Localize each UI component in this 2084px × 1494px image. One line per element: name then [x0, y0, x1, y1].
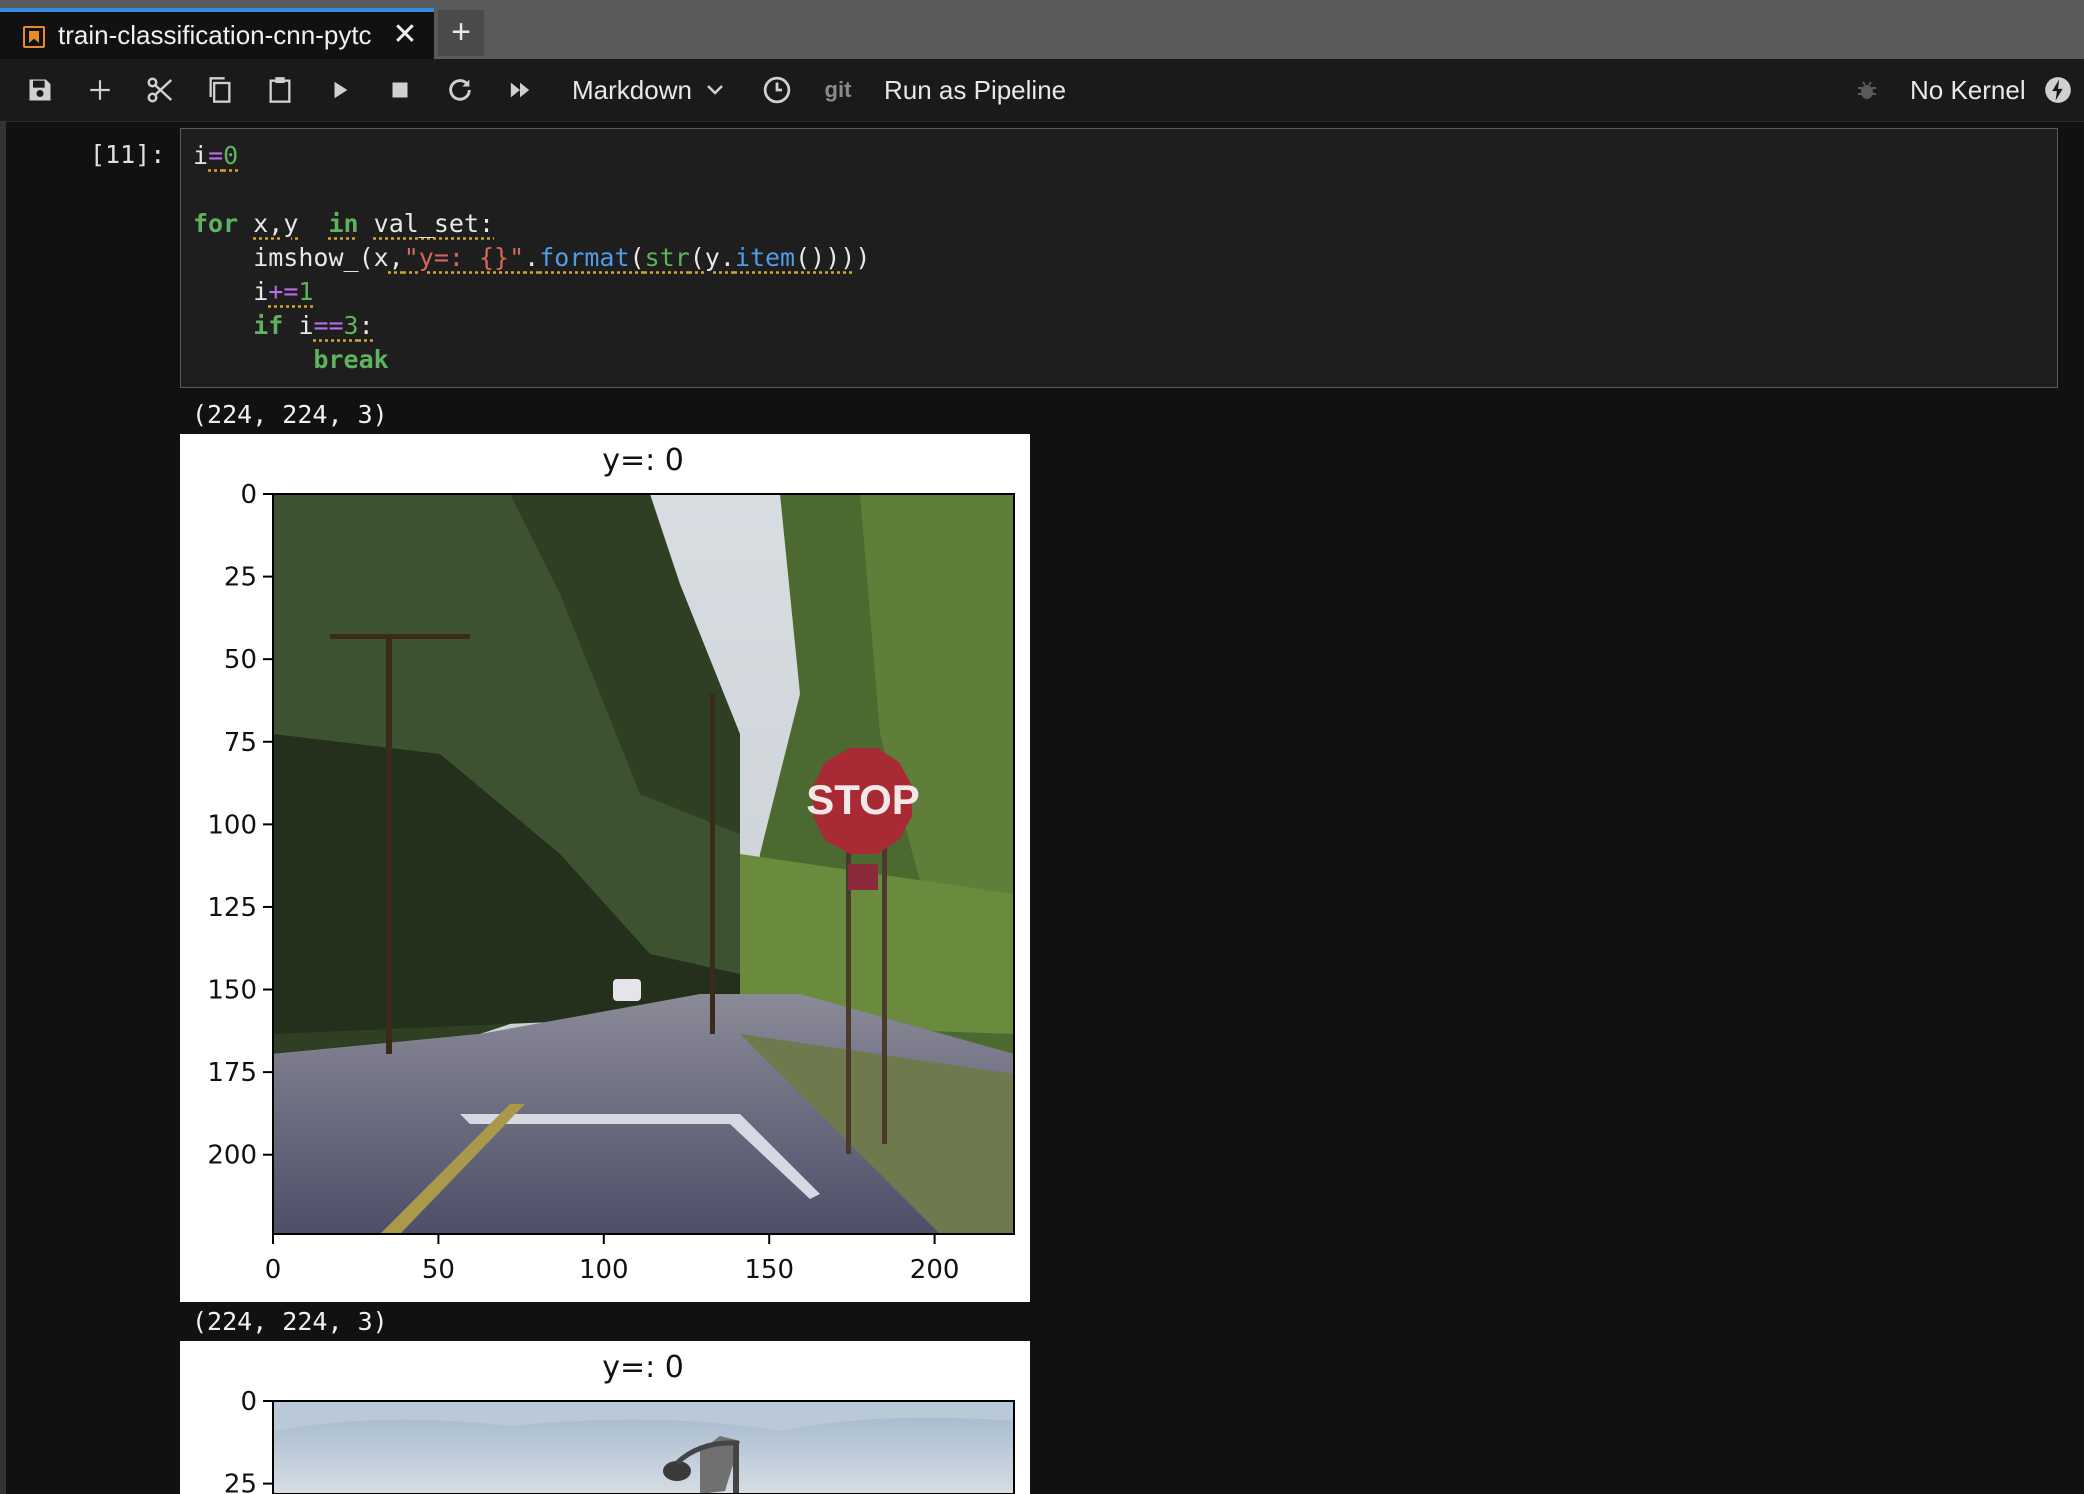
- kernel-status-icon: [2042, 73, 2074, 107]
- execution-count: [11]:: [90, 140, 166, 169]
- paste-icon[interactable]: [262, 73, 298, 107]
- stop-sign-text: STOP: [806, 776, 920, 823]
- tab-bar: train-classification-cnn-pytc ✕ +: [0, 0, 2084, 59]
- x-tick-label: 200: [910, 1255, 960, 1285]
- chevron-down-icon: [707, 85, 723, 95]
- y-tick-label: 125: [207, 893, 257, 923]
- x-tick-label: 100: [579, 1255, 629, 1285]
- run-icon[interactable]: [322, 73, 358, 107]
- y-tick-label: 0: [240, 1387, 257, 1417]
- image-plot: STOP y=: 0 0 25 50 75 100 125 150 175 200 0 50 100…: [207, 443, 1015, 1285]
- output-shape-text: (224, 224, 3): [192, 400, 388, 429]
- plot-title: y=: 0: [602, 443, 684, 478]
- debug-icon[interactable]: [1852, 73, 1882, 107]
- x-tick-label: 150: [744, 1255, 794, 1285]
- y-tick-label: 50: [224, 645, 257, 675]
- code-line: i+=1: [193, 277, 314, 306]
- y-tick-label: 25: [224, 563, 257, 593]
- photo-content: [273, 1401, 1014, 1494]
- kernel-name[interactable]: No Kernel: [1910, 73, 2030, 107]
- code-line: imshow_(x,"y=: {}".format(str(y.item()))…: [193, 243, 871, 272]
- y-tick-label: 200: [207, 1141, 257, 1171]
- git-label: git: [824, 77, 852, 102]
- clock-icon[interactable]: [760, 73, 794, 107]
- run-as-pipeline-label: Run as Pipeline: [884, 74, 1067, 105]
- photo-content: STOP: [273, 494, 1014, 1234]
- cell-type-dropdown[interactable]: Markdown: [572, 73, 732, 107]
- code-line: break: [313, 345, 389, 374]
- cut-icon[interactable]: [142, 73, 178, 107]
- code-line: i=0: [193, 141, 239, 170]
- add-cell-icon[interactable]: [82, 73, 118, 107]
- stop-icon[interactable]: [382, 73, 418, 107]
- output-figure: STOP y=: 0 0 25 50 75 100 125 150 175 200 0 50 100…: [180, 434, 1030, 1302]
- image-plot: y=: 0 0 25: [224, 1350, 1015, 1494]
- y-tick-label: 75: [224, 728, 257, 758]
- code-cell-editor[interactable]: i=0 for x,y in val_set: imshow_(x,"y=: {…: [180, 128, 2058, 388]
- y-tick-label: 25: [224, 1470, 257, 1494]
- copy-icon[interactable]: [202, 73, 238, 107]
- output-figure: y=: 0 0 25: [180, 1341, 1030, 1494]
- restart-icon[interactable]: [442, 73, 478, 107]
- x-tick-label: 0: [265, 1255, 282, 1285]
- x-tick-label: 50: [422, 1255, 455, 1285]
- git-button[interactable]: git: [818, 73, 858, 107]
- code-block[interactable]: i=0 for x,y in val_set: imshow_(x,"y=: {…: [193, 139, 870, 377]
- active-cell-gutter: [0, 121, 6, 1494]
- notebook-icon: [23, 26, 45, 48]
- y-tick-label: 0: [240, 480, 257, 510]
- code-line: for x,y in val_set:: [193, 209, 495, 238]
- code-line: if i==3:: [253, 311, 374, 340]
- tab-title[interactable]: train-classification-cnn-pytc: [58, 20, 388, 50]
- run-all-icon[interactable]: [502, 73, 538, 107]
- notebook-tab[interactable]: train-classification-cnn-pytc ✕: [0, 8, 434, 59]
- plot-title: y=: 0: [602, 1350, 684, 1385]
- y-tick-label: 100: [207, 810, 257, 840]
- y-tick-label: 150: [207, 976, 257, 1006]
- save-icon[interactable]: [22, 73, 58, 107]
- new-tab-button[interactable]: +: [438, 10, 484, 56]
- notebook-toolbar: Markdown git Run as Pipeline No Kernel: [0, 59, 2084, 122]
- close-icon[interactable]: ✕: [390, 20, 420, 50]
- output-shape-text: (224, 224, 3): [192, 1307, 388, 1336]
- run-as-pipeline-button[interactable]: Run as Pipeline: [884, 73, 1084, 107]
- cell-type-label: Markdown: [572, 74, 692, 105]
- y-tick-label: 175: [207, 1058, 257, 1088]
